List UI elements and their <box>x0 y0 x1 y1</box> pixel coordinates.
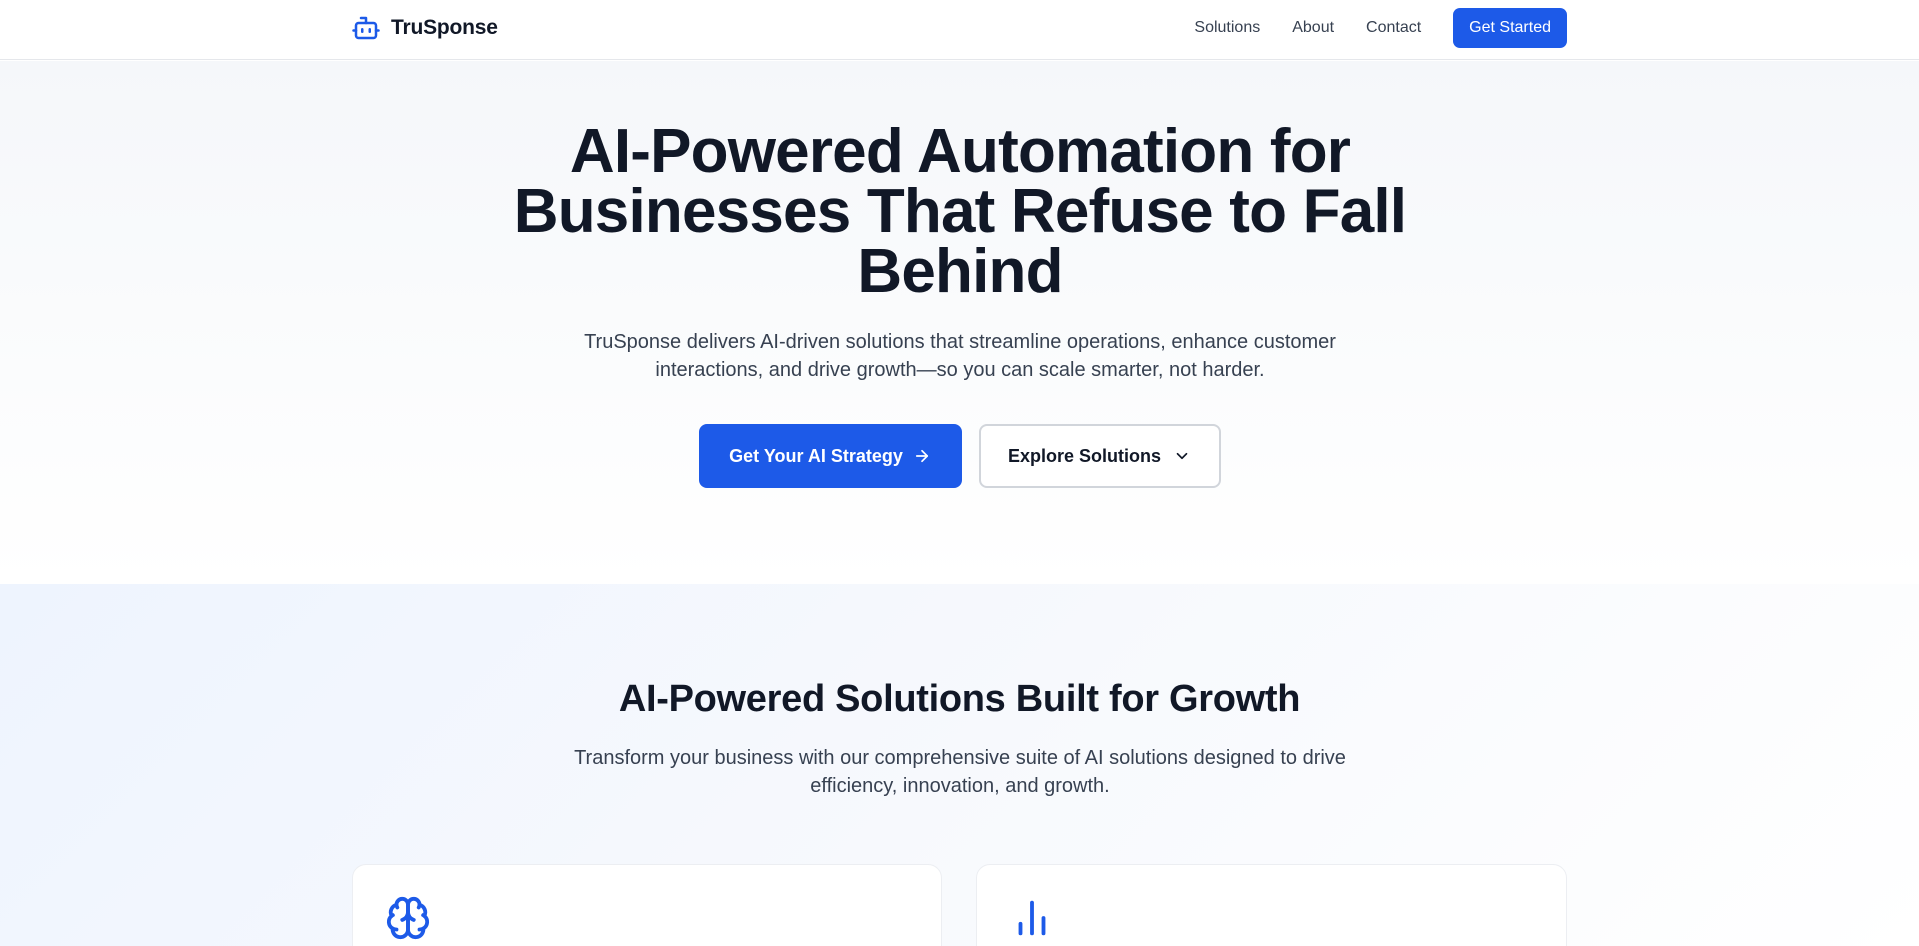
hero-title: AI-Powered Automation for Businesses Tha… <box>460 121 1460 303</box>
solutions-title: AI-Powered Solutions Built for Growth <box>618 678 1301 720</box>
get-ai-strategy-button[interactable]: Get Your AI Strategy <box>698 424 962 488</box>
brain-icon <box>386 896 430 940</box>
solution-card[interactable] <box>976 864 1567 946</box>
solutions-subtitle: Transform your business with our compreh… <box>574 747 1346 797</box>
hero-title-line: AI-Powered Automation for <box>569 117 1351 186</box>
robot-icon <box>352 16 380 40</box>
bar-chart-icon <box>1018 900 1046 936</box>
chevron-down-icon <box>1176 452 1188 460</box>
solutions-section: AI-Powered Solutions Built for Growth Tr… <box>0 584 1919 946</box>
nav-links: Solutions About Contact Get Started <box>1194 8 1567 48</box>
nav-link-contact[interactable]: Contact <box>1366 19 1421 37</box>
hero-subtitle: TruSponse delivers AI-driven solutions t… <box>584 331 1336 381</box>
brand-name: TruSponse <box>391 16 498 39</box>
hero-title-line: Businesses That Refuse to Fall <box>513 177 1407 246</box>
arrow-right-icon <box>915 449 928 463</box>
get-ai-strategy-label: Get Your AI Strategy <box>729 445 903 466</box>
hero-title-line: Behind <box>857 237 1063 306</box>
explore-solutions-button[interactable]: Explore Solutions <box>978 424 1221 488</box>
explore-solutions-label: Explore Solutions <box>1007 445 1162 466</box>
hero-section: AI-Powered Automation for Businesses Tha… <box>0 61 1919 584</box>
brand-logo[interactable]: TruSponse <box>351 13 498 43</box>
nav-link-solutions[interactable]: Solutions <box>1194 19 1260 37</box>
nav-link-about[interactable]: About <box>1292 19 1334 37</box>
solution-card[interactable] <box>352 864 942 946</box>
get-started-button[interactable]: Get Started <box>1453 8 1567 48</box>
top-navbar: TruSponse Solutions About Contact Get St… <box>0 0 1919 60</box>
hero-buttons: Get Your AI Strategy Explore Solutions <box>0 424 1919 488</box>
